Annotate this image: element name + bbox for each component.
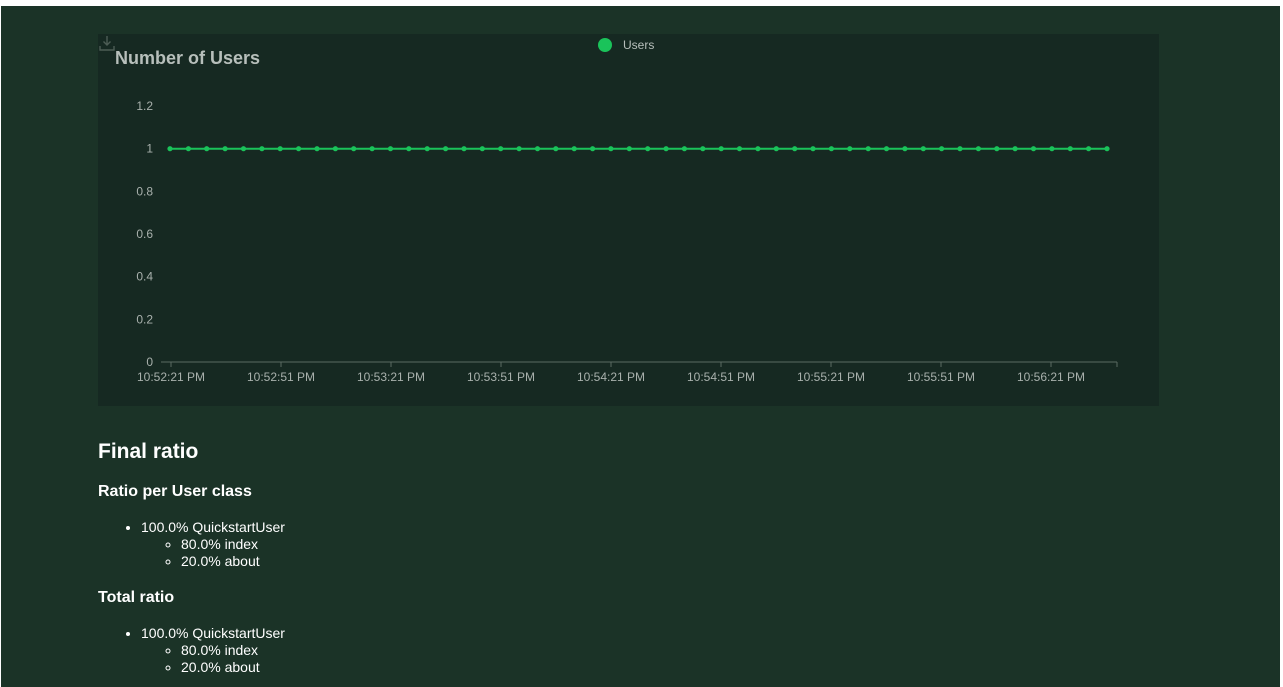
data-point <box>406 146 412 152</box>
data-point <box>277 146 283 152</box>
y-tick-label: 1.2 <box>136 99 153 113</box>
data-point <box>479 146 485 152</box>
user-class-ratio: 100.0% QuickstartUser <box>141 625 285 641</box>
data-point <box>314 146 320 152</box>
list-item: 20.0% about <box>181 659 441 676</box>
data-point <box>424 146 430 152</box>
data-point <box>498 146 504 152</box>
data-point <box>608 146 614 152</box>
data-point <box>792 146 798 152</box>
total-ratio-list: 100.0% QuickstartUser 80.0% index 20.0% … <box>98 625 441 676</box>
y-tick-label: 0.6 <box>136 227 153 241</box>
x-tick-label: 10:54:21 PM <box>577 370 645 384</box>
data-point <box>443 146 449 152</box>
data-point <box>516 146 522 152</box>
data-point <box>920 146 926 152</box>
data-point <box>681 146 688 152</box>
data-point <box>626 146 632 152</box>
ratio-per-class-heading: Ratio per User class <box>98 483 252 500</box>
x-tick-label: 10:54:51 PM <box>687 370 755 384</box>
data-point <box>847 146 853 152</box>
chart-title: Number of Users <box>115 48 261 68</box>
users-chart-card: 0 0.2 0.4 0.6 0.8 1 1.2 10:52:21 PM 10:52:51 PM 1… <box>98 34 1159 406</box>
legend-swatch-users[interactable] <box>598 38 612 52</box>
data-point <box>534 146 541 152</box>
x-tick-label: 10:52:51 PM <box>247 370 315 384</box>
x-tick-label: 10:53:51 PM <box>467 370 535 384</box>
download-icon[interactable] <box>98 34 116 52</box>
y-tick-label: 0.8 <box>136 184 153 198</box>
task-ratio-list: 80.0% index 20.0% about <box>141 642 441 676</box>
x-tick-label: 10:55:51 PM <box>907 370 975 384</box>
list-item: 100.0% QuickstartUser 80.0% index 20.0% … <box>141 519 441 570</box>
data-point <box>222 146 228 152</box>
list-item: 80.0% index <box>181 536 441 553</box>
data-point <box>883 146 890 152</box>
data-point <box>939 146 945 152</box>
data-point <box>663 146 669 152</box>
data-point <box>957 146 963 152</box>
data-point <box>185 146 191 152</box>
data-point <box>773 146 779 152</box>
x-tick-label: 10:56:21 PM <box>1017 370 1085 384</box>
x-tick-label: 10:52:21 PM <box>137 370 205 384</box>
data-point <box>1104 146 1110 152</box>
data-point <box>553 146 559 152</box>
data-point <box>1030 146 1037 152</box>
data-point <box>1012 146 1018 152</box>
data-point <box>369 146 375 152</box>
data-point <box>700 146 706 152</box>
data-point <box>865 146 871 152</box>
data-point <box>718 146 724 152</box>
task-ratio-list: 80.0% index 20.0% about <box>141 536 441 570</box>
ratio-per-class-list: 100.0% QuickstartUser 80.0% index 20.0% … <box>98 519 441 570</box>
chart-legend[interactable]: Users <box>598 38 654 52</box>
x-tick-label: 10:55:21 PM <box>797 370 865 384</box>
y-tick-label: 0.4 <box>136 270 153 284</box>
list-item: 20.0% about <box>181 553 441 570</box>
legend-label-users[interactable]: Users <box>623 38 654 52</box>
data-point <box>1049 146 1055 152</box>
data-point <box>351 146 357 152</box>
y-tick-label: 1 <box>146 142 153 156</box>
data-point <box>645 146 651 152</box>
list-item: 100.0% QuickstartUser 80.0% index 20.0% … <box>141 625 441 676</box>
data-point <box>387 146 394 152</box>
data-point <box>461 146 467 152</box>
data-point <box>332 146 338 152</box>
data-point <box>240 146 247 152</box>
y-tick-label: 0.2 <box>136 312 153 326</box>
data-point <box>975 146 982 152</box>
users-line-chart: 0 0.2 0.4 0.6 0.8 1 1.2 10:52:21 PM 10:52:51 PM 1… <box>136 99 1118 384</box>
data-point <box>828 146 835 152</box>
data-point <box>1067 146 1073 152</box>
data-point <box>204 146 210 152</box>
final-ratio-heading: Final ratio <box>98 440 199 463</box>
page-background: 0 0.2 0.4 0.6 0.8 1 1.2 10:52:21 PM 10:52:51 PM 1… <box>1 6 1280 687</box>
data-point <box>736 146 743 152</box>
data-point <box>259 146 265 152</box>
data-point <box>1086 146 1092 152</box>
data-point <box>571 146 577 152</box>
data-point <box>755 146 761 152</box>
user-class-ratio: 100.0% QuickstartUser <box>141 519 285 535</box>
data-point <box>296 146 302 152</box>
data-point <box>167 146 173 152</box>
x-tick-label: 10:53:21 PM <box>357 370 425 384</box>
data-point <box>810 146 816 152</box>
total-ratio-heading: Total ratio <box>98 589 175 606</box>
data-point <box>590 146 596 152</box>
y-tick-label: 0 <box>146 355 153 369</box>
data-point <box>994 146 1000 152</box>
data-point <box>902 146 908 152</box>
list-item: 80.0% index <box>181 642 441 659</box>
